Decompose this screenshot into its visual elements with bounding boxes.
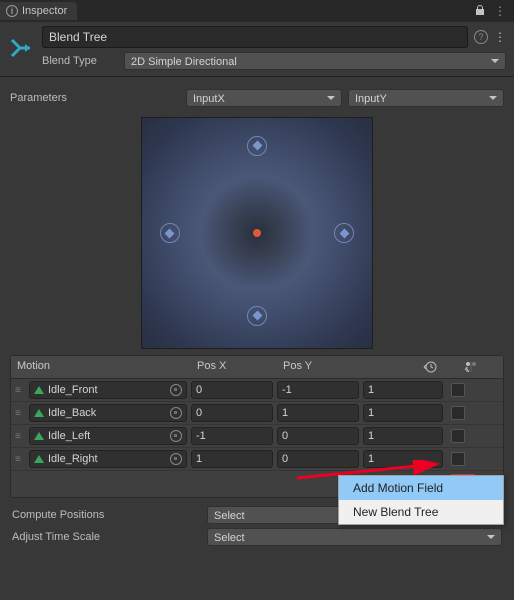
animation-clip-icon bbox=[34, 409, 44, 417]
motion-field[interactable]: Idle_Front bbox=[29, 381, 187, 399]
speed-field[interactable]: 1 bbox=[363, 404, 443, 422]
sample-point[interactable] bbox=[247, 306, 267, 326]
adjust-timescale-value: Select bbox=[214, 532, 245, 544]
posx-field[interactable]: -1 bbox=[191, 427, 273, 445]
sample-point[interactable] bbox=[334, 223, 354, 243]
parameters-section: Parameters InputX InputY bbox=[0, 81, 514, 115]
object-picker-icon[interactable] bbox=[170, 453, 182, 465]
posy-field[interactable]: 1 bbox=[277, 404, 359, 422]
divider bbox=[0, 76, 514, 77]
drag-handle[interactable]: ≡ bbox=[15, 408, 25, 419]
posx-field[interactable]: 0 bbox=[191, 381, 273, 399]
drag-handle[interactable]: ≡ bbox=[15, 454, 25, 465]
blend-space-canvas[interactable] bbox=[141, 117, 373, 349]
posx-field[interactable]: 0 bbox=[191, 404, 273, 422]
adjust-timescale-dropdown[interactable]: Select bbox=[207, 528, 502, 546]
blend-tree-icon bbox=[6, 34, 34, 62]
parameter-x-dropdown[interactable]: InputX bbox=[186, 89, 342, 107]
adjust-timescale-label: Adjust Time Scale bbox=[12, 531, 207, 543]
parameter-y-dropdown[interactable]: InputY bbox=[348, 89, 504, 107]
motion-field[interactable]: Idle_Right bbox=[29, 450, 187, 468]
motion-name: Idle_Left bbox=[48, 430, 90, 442]
blend-canvas-wrap bbox=[0, 115, 514, 355]
mirror-icon bbox=[463, 360, 477, 374]
posy-field[interactable]: -1 bbox=[277, 381, 359, 399]
blend-type-label: Blend Type bbox=[42, 55, 118, 67]
motion-field[interactable]: Idle_Left bbox=[29, 427, 187, 445]
drag-handle[interactable]: ≡ bbox=[15, 385, 25, 396]
table-row: ≡ Idle_Back 0 1 1 bbox=[11, 402, 503, 425]
drag-handle[interactable]: ≡ bbox=[15, 431, 25, 442]
parameter-y-value: InputY bbox=[355, 93, 387, 105]
mirror-checkbox[interactable] bbox=[451, 429, 465, 443]
table-row: ≡ Idle_Front 0 -1 1 bbox=[11, 379, 503, 402]
motion-name: Idle_Back bbox=[48, 407, 96, 419]
motion-field[interactable]: Idle_Back bbox=[29, 404, 187, 422]
mirror-checkbox[interactable] bbox=[451, 383, 465, 397]
speed-field[interactable]: 1 bbox=[363, 427, 443, 445]
blend-tree-name-field[interactable] bbox=[42, 26, 468, 48]
header-kebab-icon[interactable]: ⋮ bbox=[494, 30, 506, 44]
table-row: ≡ Idle_Right 1 0 1 bbox=[11, 448, 503, 471]
compute-positions-label: Compute Positions bbox=[12, 509, 207, 521]
menu-item-new-blend-tree[interactable]: New Blend Tree bbox=[339, 500, 503, 524]
object-picker-icon[interactable] bbox=[170, 384, 182, 396]
mirror-checkbox[interactable] bbox=[451, 406, 465, 420]
table-row: ≡ Idle_Left -1 0 1 bbox=[11, 425, 503, 448]
object-picker-icon[interactable] bbox=[170, 407, 182, 419]
inspector-tab[interactable]: i Inspector bbox=[0, 2, 77, 20]
time-scale-icon bbox=[423, 360, 437, 374]
lock-icon[interactable] bbox=[474, 4, 486, 19]
motion-name: Idle_Front bbox=[48, 384, 98, 396]
col-posx: Pos X bbox=[197, 360, 279, 374]
kebab-icon[interactable]: ⋮ bbox=[494, 4, 506, 19]
sample-point[interactable] bbox=[247, 136, 267, 156]
animation-clip-icon bbox=[34, 432, 44, 440]
animation-clip-icon bbox=[34, 455, 44, 463]
parameter-x-value: InputX bbox=[193, 93, 225, 105]
menu-item-add-motion-field[interactable]: Add Motion Field bbox=[339, 476, 503, 500]
object-picker-icon[interactable] bbox=[170, 430, 182, 442]
speed-field[interactable]: 1 bbox=[363, 381, 443, 399]
posx-field[interactable]: 1 bbox=[191, 450, 273, 468]
col-motion: Motion bbox=[17, 360, 193, 374]
mirror-checkbox[interactable] bbox=[451, 452, 465, 466]
help-icon[interactable]: ? bbox=[474, 30, 488, 44]
add-motion-context-menu: Add Motion Field New Blend Tree bbox=[338, 475, 504, 525]
blend-cursor[interactable] bbox=[253, 229, 261, 237]
col-posy: Pos Y bbox=[283, 360, 365, 374]
posy-field[interactable]: 0 bbox=[277, 427, 359, 445]
posy-field[interactable]: 0 bbox=[277, 450, 359, 468]
tab-actions: ⋮ bbox=[474, 4, 514, 19]
tab-title: Inspector bbox=[22, 5, 67, 17]
animation-clip-icon bbox=[34, 386, 44, 394]
compute-positions-value: Select bbox=[214, 510, 245, 522]
blend-tree-header: ? ⋮ Blend Type 2D Simple Directional bbox=[0, 22, 514, 72]
speed-field[interactable]: 1 bbox=[363, 450, 443, 468]
parameters-label: Parameters bbox=[10, 92, 180, 104]
blend-type-value: 2D Simple Directional bbox=[131, 56, 237, 68]
info-icon: i bbox=[6, 5, 18, 17]
sample-point[interactable] bbox=[160, 223, 180, 243]
motion-name: Idle_Right bbox=[48, 453, 98, 465]
inspector-tab-bar: i Inspector ⋮ bbox=[0, 0, 514, 22]
blend-type-dropdown[interactable]: 2D Simple Directional bbox=[124, 52, 506, 70]
motion-list-header: Motion Pos X Pos Y bbox=[11, 356, 503, 379]
